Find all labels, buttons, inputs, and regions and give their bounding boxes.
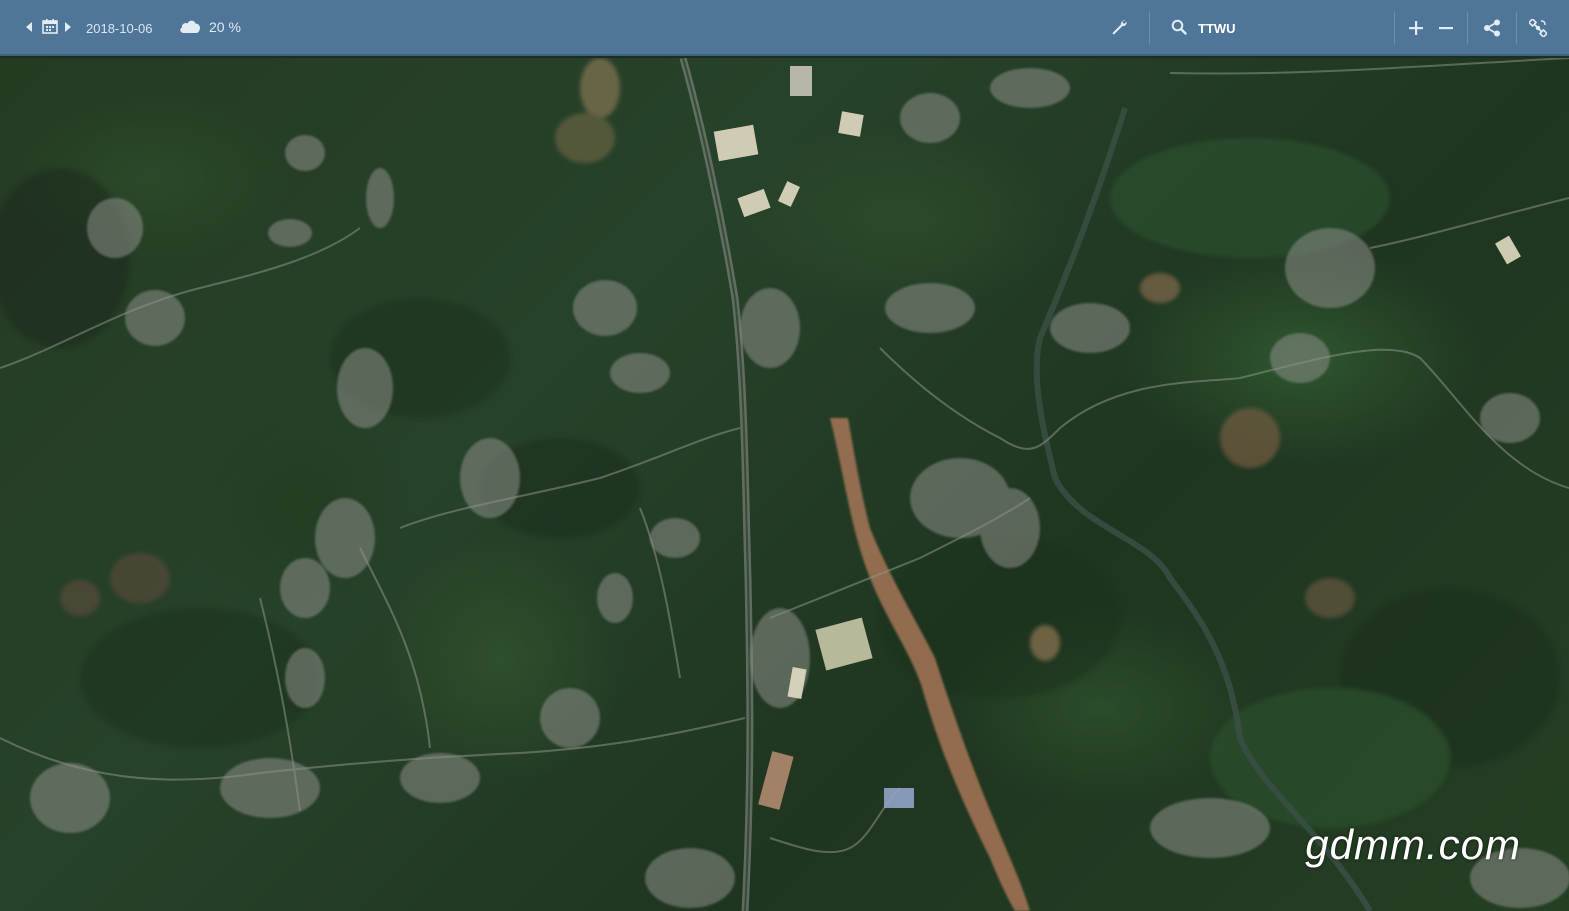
satellite-icon[interactable] <box>1526 16 1550 40</box>
top-toolbar: 2018-10-06 20 % <box>0 0 1569 56</box>
satellite-imagery <box>0 58 1569 911</box>
share-icon[interactable] <box>1480 16 1504 40</box>
watermark: gdmm.com <box>1305 821 1521 868</box>
date-label[interactable]: 2018-10-06 <box>86 19 153 37</box>
next-date-icon[interactable] <box>62 18 74 36</box>
cloud-icon <box>178 15 202 37</box>
previous-date-icon[interactable] <box>22 18 36 36</box>
wrench-icon[interactable] <box>1108 16 1132 40</box>
cloud-coverage-label: 20 % <box>209 19 241 35</box>
zoom-out-icon[interactable] <box>1434 16 1458 40</box>
satellite-map-view[interactable]: gdmm.com <box>0 58 1569 911</box>
search-icon[interactable] <box>1168 16 1190 38</box>
toolbar-divider <box>1516 12 1517 44</box>
toolbar-divider <box>1394 12 1395 44</box>
search-input[interactable] <box>1196 14 1390 42</box>
toolbar-divider <box>1149 12 1150 44</box>
highway <box>679 58 754 911</box>
calendar-icon[interactable] <box>40 16 60 36</box>
zoom-in-icon[interactable] <box>1404 16 1428 40</box>
toolbar-divider <box>1467 12 1468 44</box>
